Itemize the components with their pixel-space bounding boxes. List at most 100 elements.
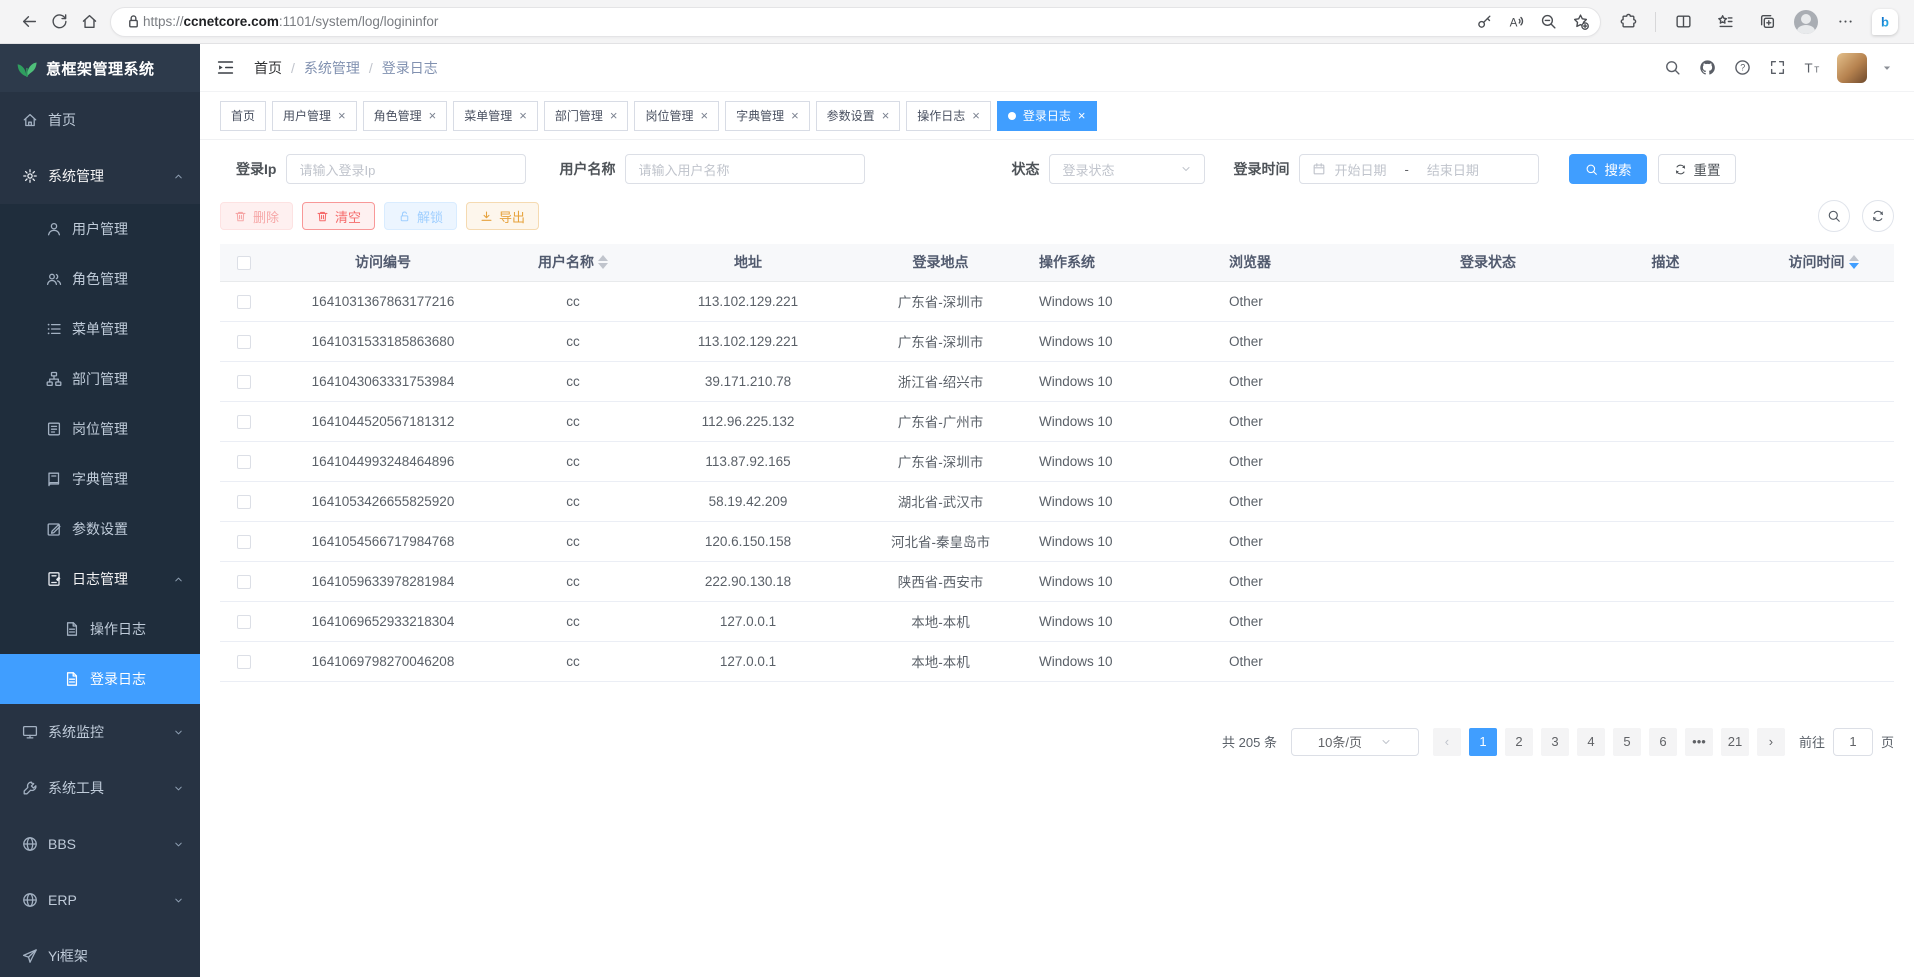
sort-caret-icon[interactable] <box>1849 255 1859 269</box>
tab-close-icon[interactable]: × <box>338 109 346 122</box>
row-checkbox[interactable] <box>237 535 251 549</box>
row-checkbox[interactable] <box>237 455 251 469</box>
extensions-icon[interactable] <box>1613 7 1643 37</box>
select-all-checkbox[interactable] <box>237 256 251 270</box>
tab-字典管理[interactable]: 字典管理× <box>725 101 810 131</box>
tab-close-icon[interactable]: × <box>882 109 890 122</box>
help-icon[interactable]: ? <box>1732 58 1752 78</box>
collections-icon[interactable] <box>1752 7 1782 37</box>
sidebar-item-home[interactable]: 首页 <box>0 92 200 148</box>
browser-back-button[interactable] <box>14 7 44 37</box>
favorites-icon[interactable] <box>1710 7 1740 37</box>
sidebar-collapse-icon[interactable] <box>216 57 238 79</box>
github-icon[interactable] <box>1697 58 1717 78</box>
row-checkbox[interactable] <box>237 575 251 589</box>
address-bar[interactable]: https://ccnetcore.com:1101/system/log/lo… <box>110 7 1601 37</box>
column-header-用户名称[interactable]: 用户名称 <box>498 244 648 281</box>
browser-home-button[interactable] <box>74 7 104 37</box>
page-button-1[interactable]: 1 <box>1469 728 1497 756</box>
login-ip-input[interactable]: 请输入登录Ip <box>286 154 526 184</box>
goto-page-input[interactable]: 1 <box>1833 728 1873 756</box>
page-button-4[interactable]: 4 <box>1577 728 1605 756</box>
tab-close-icon[interactable]: × <box>429 109 437 122</box>
page-button-21[interactable]: 21 <box>1721 728 1749 756</box>
tab-close-icon[interactable]: × <box>972 109 980 122</box>
sidebar-item-sys-tools[interactable]: 系统工具 <box>0 760 200 816</box>
read-aloud-icon[interactable]: A <box>1502 8 1530 36</box>
row-checkbox[interactable] <box>237 375 251 389</box>
sidebar-item-system-mgmt[interactable]: 系统管理 <box>0 148 200 204</box>
sidebar-item-sys-monitor[interactable]: 系统监控 <box>0 704 200 760</box>
sidebar-item-post-mgmt[interactable]: 岗位管理 <box>0 404 200 454</box>
delete-button[interactable]: 删除 <box>220 202 293 230</box>
next-page-button[interactable]: › <box>1757 728 1785 756</box>
page-button-6[interactable]: 6 <box>1649 728 1677 756</box>
tab-菜单管理[interactable]: 菜单管理× <box>453 101 538 131</box>
tab-登录日志[interactable]: 登录日志× <box>997 101 1097 131</box>
sidebar-item-log-mgmt[interactable]: 日志管理 <box>0 554 200 604</box>
clear-button[interactable]: 清空 <box>302 202 375 230</box>
reset-button[interactable]: 重置 <box>1658 154 1736 184</box>
sidebar-item-bbs[interactable]: BBS <box>0 816 200 872</box>
sidebar-item-user-mgmt[interactable]: 用户管理 <box>0 204 200 254</box>
browser-profile-avatar[interactable] <box>1794 10 1818 34</box>
tab-close-icon[interactable]: × <box>610 109 618 122</box>
unlock-button[interactable]: 解锁 <box>384 202 457 230</box>
tab-close-icon[interactable]: × <box>791 109 799 122</box>
tab-操作日志[interactable]: 操作日志× <box>906 101 991 131</box>
fullscreen-icon[interactable] <box>1767 58 1787 78</box>
tab-角色管理[interactable]: 角色管理× <box>363 101 448 131</box>
page-button-2[interactable]: 2 <box>1505 728 1533 756</box>
sidebar-item-dict-mgmt[interactable]: 字典管理 <box>0 454 200 504</box>
tab-close-icon[interactable]: × <box>519 109 527 122</box>
tab-用户管理[interactable]: 用户管理× <box>272 101 357 131</box>
header-search-icon[interactable] <box>1662 58 1682 78</box>
tab-close-icon[interactable]: × <box>1078 109 1086 122</box>
sort-caret-icon[interactable] <box>598 255 608 269</box>
tab-首页[interactable]: 首页 <box>220 101 266 131</box>
toggle-search-button[interactable] <box>1818 200 1850 232</box>
tab-参数设置[interactable]: 参数设置× <box>816 101 901 131</box>
refresh-table-button[interactable] <box>1862 200 1894 232</box>
page-button-5[interactable]: 5 <box>1613 728 1641 756</box>
tab-部门管理[interactable]: 部门管理× <box>544 101 629 131</box>
more-pages-button[interactable]: ••• <box>1685 728 1713 756</box>
browser-menu-icon[interactable] <box>1830 7 1860 37</box>
row-checkbox[interactable] <box>237 655 251 669</box>
breadcrumb-home[interactable]: 首页 <box>254 58 282 78</box>
login-time-range-picker[interactable]: 开始日期 - 结束日期 <box>1299 154 1539 184</box>
prev-page-button[interactable]: ‹ <box>1433 728 1461 756</box>
sidebar-item-yi-frame[interactable]: Yi框架 <box>0 928 200 977</box>
sidebar-item-param-config[interactable]: 参数设置 <box>0 504 200 554</box>
font-size-icon[interactable]: TT <box>1802 58 1822 78</box>
add-favorite-icon[interactable] <box>1566 8 1594 36</box>
row-checkbox[interactable] <box>237 495 251 509</box>
row-checkbox[interactable] <box>237 615 251 629</box>
sidebar-item-erp[interactable]: ERP <box>0 872 200 928</box>
row-checkbox[interactable] <box>237 415 251 429</box>
breadcrumb-section[interactable]: 系统管理 <box>304 58 360 78</box>
user-name-input[interactable]: 请输入用户名称 <box>625 154 865 184</box>
sidebar-item-login-log[interactable]: 登录日志 <box>0 654 200 704</box>
tab-岗位管理[interactable]: 岗位管理× <box>634 101 719 131</box>
row-checkbox[interactable] <box>237 295 251 309</box>
page-button-3[interactable]: 3 <box>1541 728 1569 756</box>
user-avatar[interactable] <box>1837 53 1867 83</box>
tab-close-icon[interactable]: × <box>700 109 708 122</box>
status-select[interactable]: 登录状态 <box>1049 154 1205 184</box>
split-screen-icon[interactable] <box>1668 7 1698 37</box>
sidebar-item-oper-log[interactable]: 操作日志 <box>0 604 200 654</box>
export-button[interactable]: 导出 <box>466 202 539 230</box>
browser-refresh-button[interactable] <box>44 7 74 37</box>
sidebar-item-menu-mgmt[interactable]: 菜单管理 <box>0 304 200 354</box>
sidebar-item-dept-mgmt[interactable]: 部门管理 <box>0 354 200 404</box>
sidebar-item-role-mgmt[interactable]: 角色管理 <box>0 254 200 304</box>
search-button[interactable]: 搜索 <box>1569 154 1647 184</box>
column-header-访问时间[interactable]: 访问时间 <box>1753 244 1894 281</box>
copilot-bing-icon[interactable]: b <box>1872 9 1898 35</box>
password-key-icon[interactable] <box>1470 8 1498 36</box>
page-size-select[interactable]: 10条/页 <box>1291 728 1419 756</box>
zoom-out-icon[interactable] <box>1534 8 1562 36</box>
avatar-caret-icon[interactable] <box>1882 63 1892 73</box>
row-checkbox[interactable] <box>237 335 251 349</box>
